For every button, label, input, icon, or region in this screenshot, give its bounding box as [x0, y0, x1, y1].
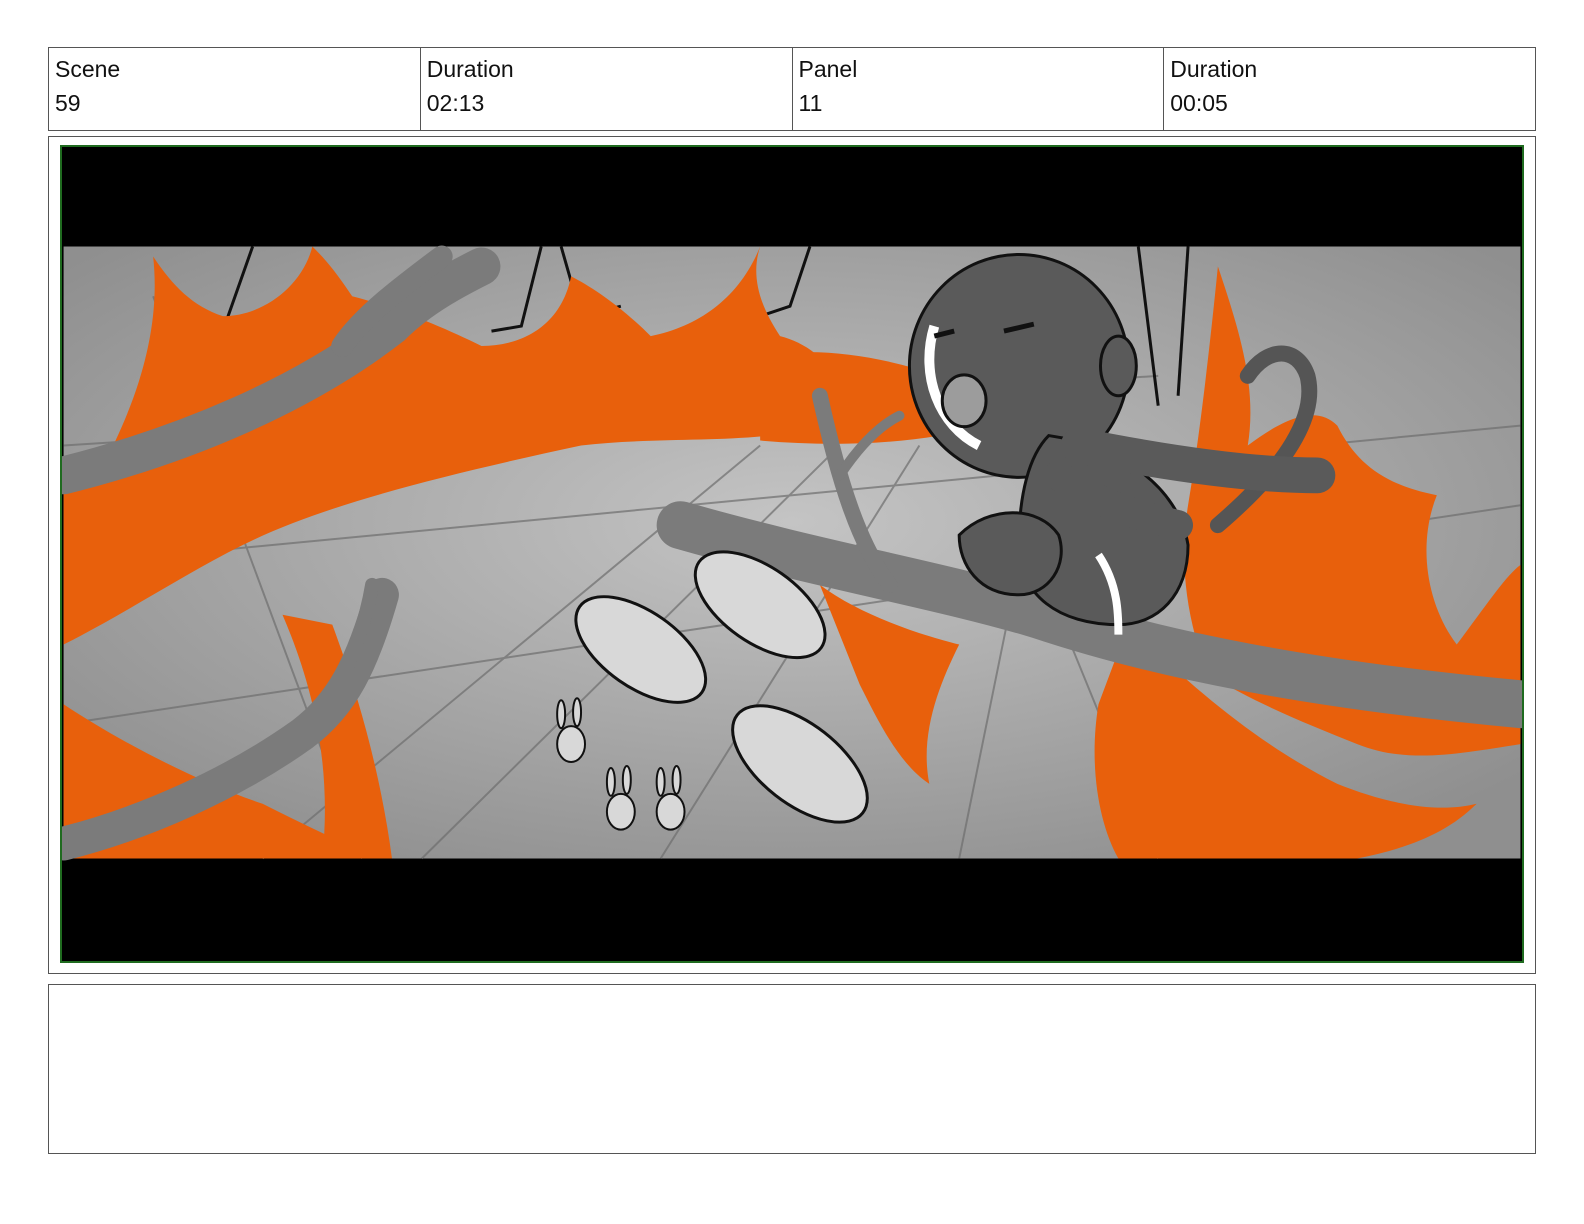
scene-cell: Scene 59: [49, 48, 421, 130]
storyboard-sketch: [62, 147, 1522, 961]
panel-frame: [48, 136, 1536, 974]
storyboard-header: Scene 59 Duration 02:13 Panel 11 Duratio…: [48, 47, 1536, 131]
scene-duration-value: 02:13: [426, 90, 485, 116]
scene-label: Scene: [55, 56, 121, 82]
panel-duration-cell: Duration 00:05: [1164, 48, 1535, 130]
scene-duration-label: Duration: [426, 56, 514, 82]
scene-value: 59: [55, 90, 81, 116]
letterbox-top: [63, 147, 1521, 247]
panel-cell: Panel 11: [793, 48, 1165, 130]
letterbox-bottom: [63, 858, 1521, 961]
panel-duration-label: Duration: [1170, 56, 1258, 82]
panel-drawing: [60, 145, 1524, 963]
scene-duration-cell: Duration 02:13: [421, 48, 793, 130]
panel-notes-box[interactable]: [48, 984, 1536, 1154]
panel-duration-value: 00:05: [1170, 90, 1228, 116]
panel-label: Panel: [798, 56, 858, 82]
panel-value: 11: [798, 90, 823, 116]
